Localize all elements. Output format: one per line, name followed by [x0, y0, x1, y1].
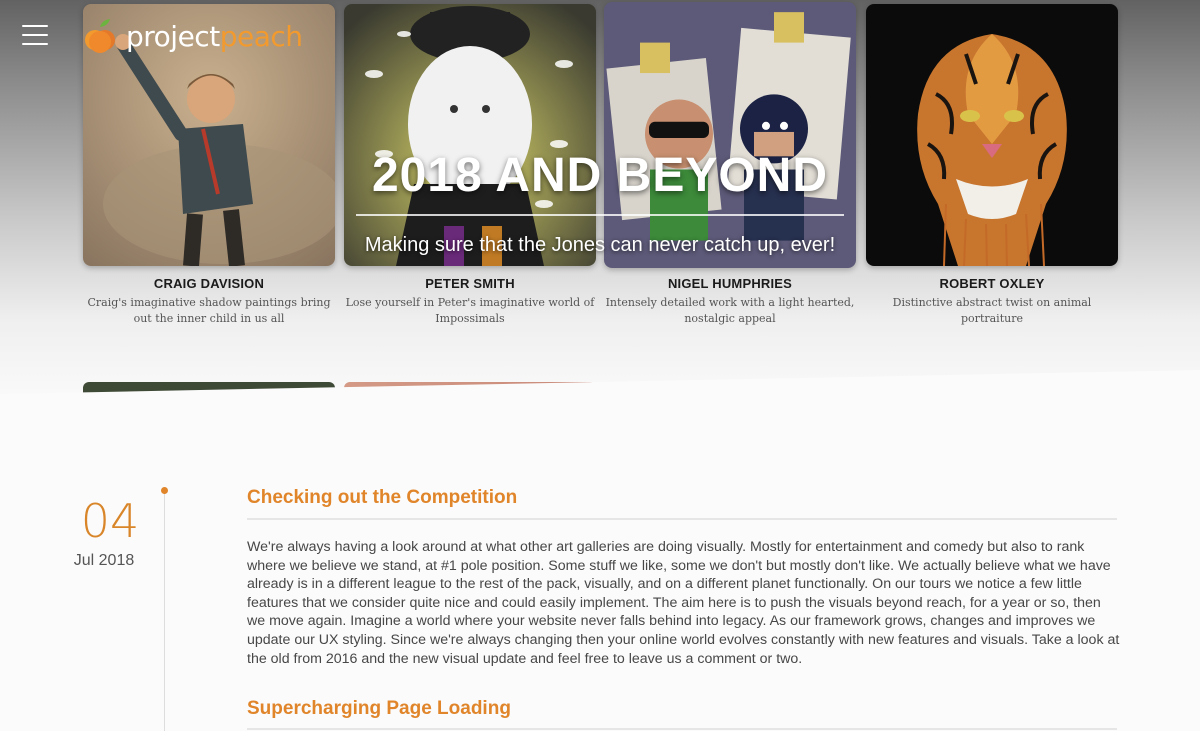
hamburger-menu-icon[interactable] [22, 25, 48, 45]
artist-card-image-peter-smith[interactable] [344, 4, 596, 266]
artist-description: Lose yourself in Peter's imaginative wor… [345, 296, 595, 325]
artist-description: Craig's imaginative shadow paintings bri… [87, 296, 331, 325]
post-body: We're always having a look around at wha… [247, 539, 1120, 667]
artist-name[interactable]: NIGEL HUMPHRIES [604, 276, 856, 291]
post-title[interactable]: Checking out the Competition [247, 487, 517, 509]
artist-description: Intensely detailed work with a light hea… [605, 296, 855, 325]
peach-icon [85, 19, 115, 53]
timeline-dot [161, 487, 168, 494]
logo-text-accent: peach [219, 19, 303, 53]
artist-description: Distinctive abstract twist on animal por… [892, 296, 1092, 325]
artist-name[interactable]: ROBERT OXLEY [866, 276, 1118, 291]
post-date-day: 04 [80, 494, 140, 548]
post-date-month: Jul 2018 [73, 552, 135, 569]
hero-divider-line [356, 214, 844, 216]
logo-text-main: project [126, 19, 220, 53]
timeline-line [164, 493, 165, 731]
post-title[interactable]: Supercharging Page Loading [247, 698, 511, 720]
artist-card-image-robert-oxley[interactable] [866, 4, 1118, 266]
hero-section: CRAIG DAVISION Craig's imaginative shado… [0, 0, 1200, 400]
artist-card-image-nigel-humphries[interactable] [604, 2, 856, 268]
artist-name[interactable]: PETER SMITH [344, 276, 596, 291]
site-logo[interactable]: projectpeach [84, 16, 303, 56]
artist-name[interactable]: CRAIG DAVISION [83, 276, 335, 291]
post-title-divider [247, 728, 1117, 730]
hero-title: 2018 AND BEYOND [371, 149, 829, 202]
post-title-divider [247, 518, 1117, 520]
hero-subtitle: Making sure that the Jones can never cat… [364, 234, 836, 256]
